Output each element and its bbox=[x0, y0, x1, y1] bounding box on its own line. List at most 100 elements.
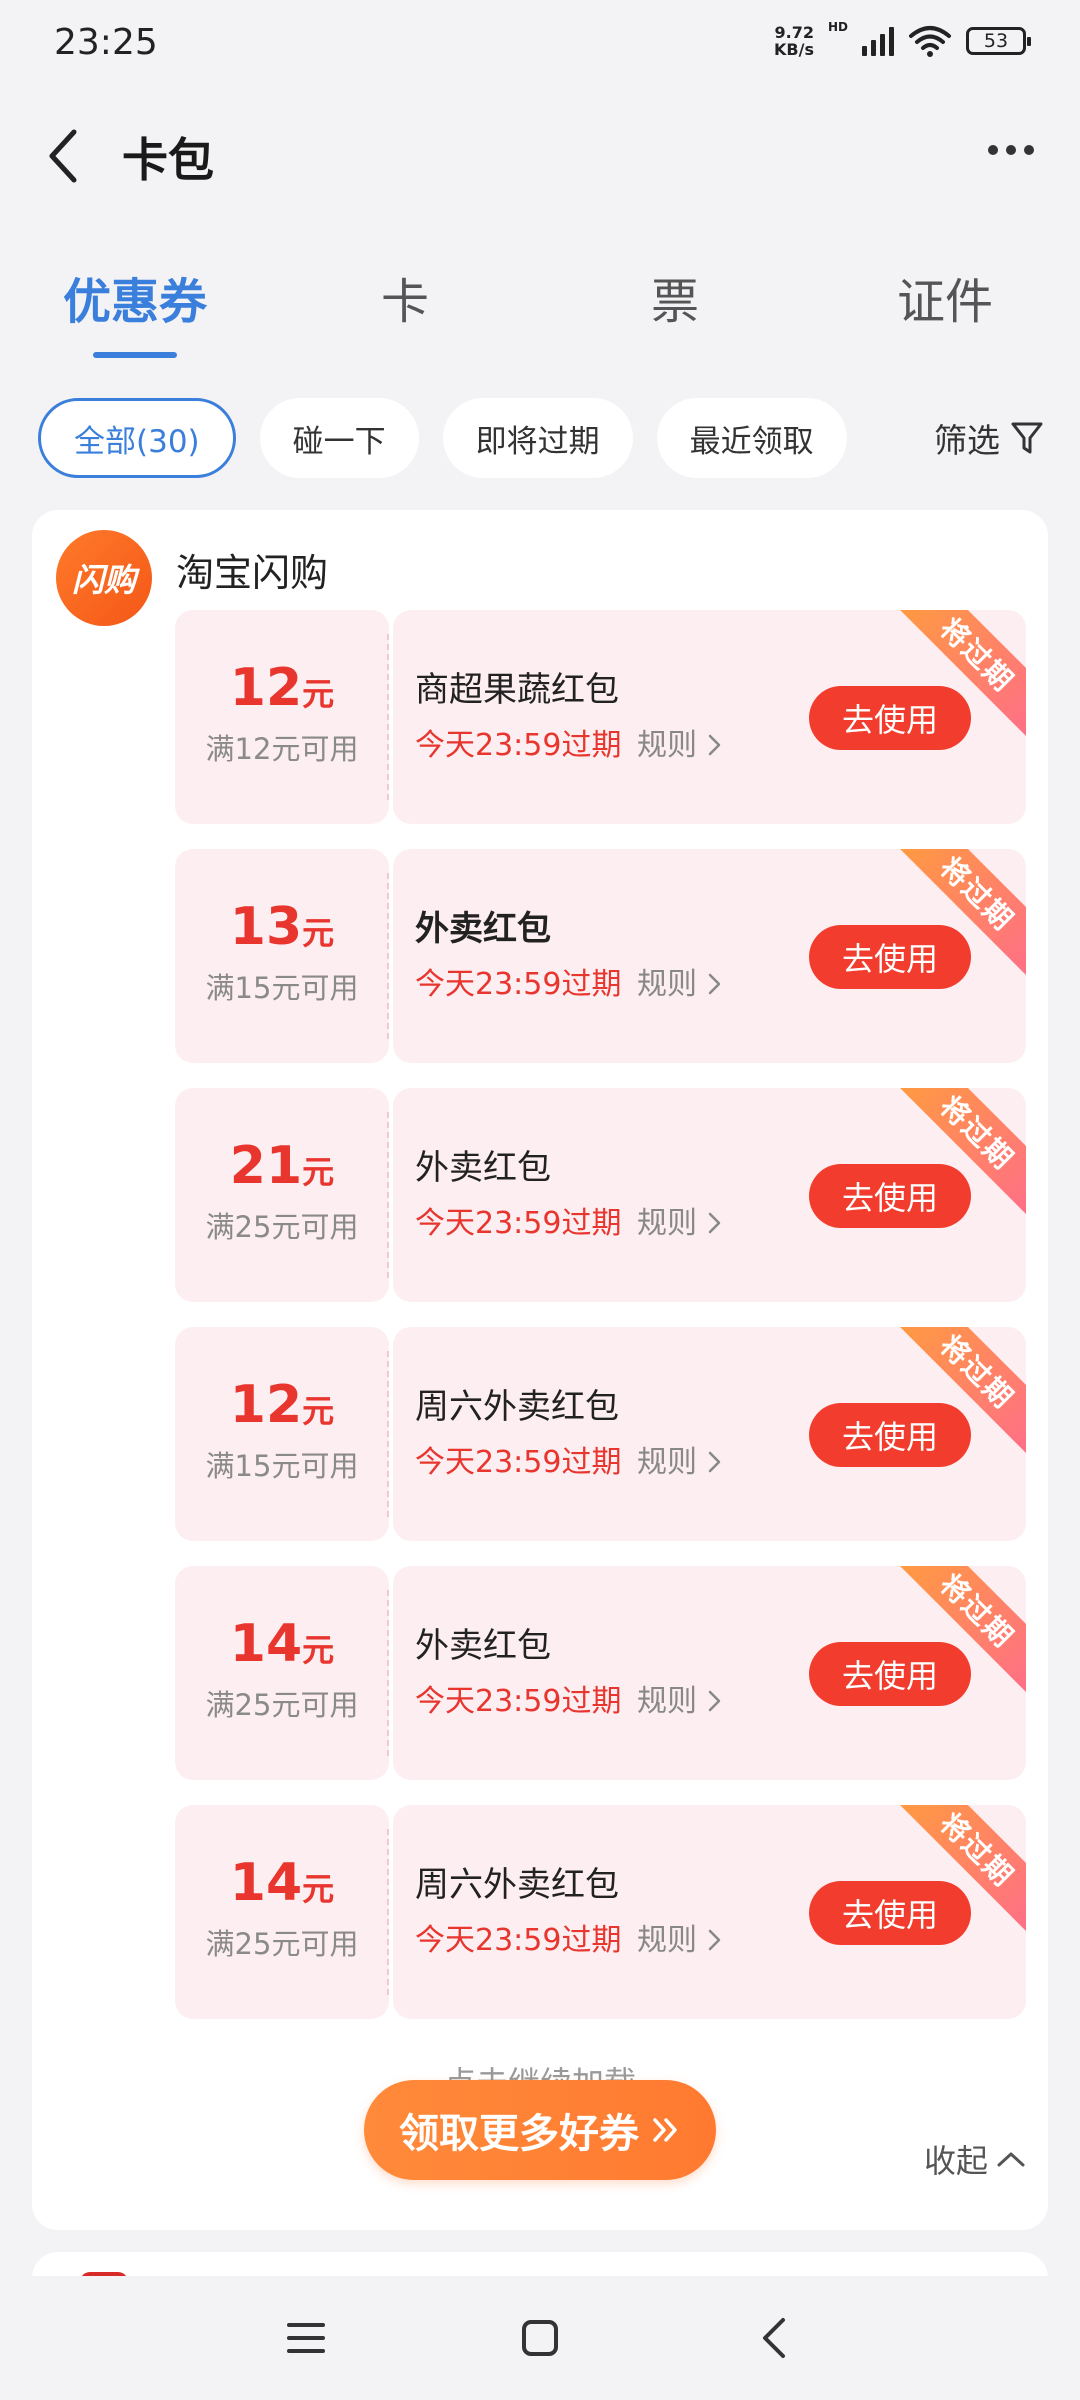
merchant-coupon-panel: 闪购 淘宝闪购 12元 满12元可用 商超果蔬红包 今天23:59过期 规则 去使用 将过期… bbox=[32, 510, 1048, 2230]
network-speed-value: 9.72 bbox=[774, 23, 814, 42]
use-coupon-button[interactable]: 去使用 bbox=[809, 925, 971, 989]
coupon-expiry: 今天23:59过期 bbox=[415, 1923, 622, 1958]
header: 卡包 bbox=[0, 110, 1080, 200]
tab-documents[interactable]: 证件 bbox=[835, 262, 1055, 332]
status-icons: 9.72 KB/s HD 53 bbox=[774, 20, 1031, 58]
coupon-amount-unit: 元 bbox=[302, 675, 335, 713]
tab-coupons[interactable]: 优惠券 bbox=[25, 262, 245, 332]
coupon-amount-value: 12 bbox=[229, 658, 303, 718]
filter-label: 筛选 bbox=[934, 421, 1000, 460]
coupon-rule-label: 规则 bbox=[637, 1923, 697, 1958]
coupon-amount-value: 14 bbox=[229, 1853, 303, 1913]
use-coupon-button[interactable]: 去使用 bbox=[809, 686, 971, 750]
coupon-condition: 满25元可用 bbox=[205, 1210, 359, 1244]
use-coupon-button[interactable]: 去使用 bbox=[809, 1642, 971, 1706]
coupon-expiry: 今天23:59过期 bbox=[415, 728, 622, 763]
chip-all[interactable]: 全部(30) bbox=[38, 398, 236, 478]
tab-cards[interactable]: 卡 bbox=[295, 262, 515, 332]
active-tab-indicator bbox=[93, 352, 177, 358]
system-nav-bar bbox=[0, 2276, 1080, 2400]
coupon-rule-label: 规则 bbox=[637, 967, 697, 1002]
coupon-amount: 13元 bbox=[175, 899, 389, 961]
coupon-rule-link[interactable]: 规则 bbox=[637, 1437, 723, 1481]
network-speed: 9.72 KB/s bbox=[774, 24, 814, 58]
chip-expiring[interactable]: 即将过期 bbox=[442, 398, 633, 478]
nav-home-button[interactable] bbox=[510, 2308, 570, 2368]
chevron-right-icon bbox=[708, 1929, 721, 1951]
coupon-amount: 12元 bbox=[175, 1377, 389, 1439]
status-bar: 23:25 9.72 KB/s HD 53 bbox=[0, 0, 1080, 90]
coupon-rule-link[interactable]: 规则 bbox=[637, 720, 723, 764]
coupon-value-area: 21元 满25元可用 bbox=[175, 1088, 389, 1302]
network-speed-unit: KB/s bbox=[774, 40, 814, 59]
coupon-card[interactable]: 21元 满25元可用 外卖红包 今天23:59过期 规则 去使用 将过期 bbox=[175, 1088, 1026, 1302]
merchant-logo: 闪购 bbox=[56, 530, 152, 626]
coupon-card[interactable]: 12元 满12元可用 商超果蔬红包 今天23:59过期 规则 去使用 将过期 bbox=[175, 610, 1026, 824]
coupon-expiry: 今天23:59过期 bbox=[415, 1445, 622, 1480]
coupon-card[interactable]: 14元 满25元可用 周六外卖红包 今天23:59过期 规则 去使用 将过期 bbox=[175, 1805, 1026, 2019]
coupon-detail-area: 外卖红包 今天23:59过期 规则 去使用 将过期 bbox=[393, 1566, 1026, 1780]
coupon-card[interactable]: 13元 满15元可用 外卖红包 今天23:59过期 规则 去使用 将过期 bbox=[175, 849, 1026, 1063]
coupon-name: 外卖红包 bbox=[415, 909, 551, 949]
merchant-name: 淘宝闪购 bbox=[176, 551, 329, 595]
coupon-expiry: 今天23:59过期 bbox=[415, 1684, 622, 1719]
signal-icon bbox=[862, 26, 894, 56]
use-coupon-button[interactable]: 去使用 bbox=[809, 1403, 971, 1467]
coupon-divider bbox=[387, 1351, 389, 1517]
collapse-button[interactable]: 收起 bbox=[924, 2136, 1026, 2182]
coupon-amount: 14元 bbox=[175, 1616, 389, 1678]
home-square-icon bbox=[522, 2320, 558, 2356]
coupon-amount-value: 13 bbox=[229, 897, 303, 957]
chevron-right-icon bbox=[708, 973, 721, 995]
coupon-amount: 14元 bbox=[175, 1855, 389, 1917]
coupon-value-area: 14元 满25元可用 bbox=[175, 1566, 389, 1780]
coupon-rule-label: 规则 bbox=[637, 1684, 697, 1719]
coupon-name: 周六外卖红包 bbox=[415, 1865, 619, 1905]
coupon-expiry: 今天23:59过期 bbox=[415, 1206, 622, 1241]
menu-icon bbox=[287, 2323, 325, 2353]
coupon-condition: 满12元可用 bbox=[205, 732, 359, 766]
back-icon[interactable] bbox=[40, 126, 90, 186]
coupon-amount-value: 12 bbox=[229, 1375, 303, 1435]
coupon-divider bbox=[387, 873, 389, 1039]
coupon-detail-area: 外卖红包 今天23:59过期 规则 去使用 将过期 bbox=[393, 849, 1026, 1063]
coupon-detail-area: 周六外卖红包 今天23:59过期 规则 去使用 将过期 bbox=[393, 1327, 1026, 1541]
coupon-rule-link[interactable]: 规则 bbox=[637, 1915, 723, 1959]
coupon-rule-label: 规则 bbox=[637, 1445, 697, 1480]
use-coupon-button[interactable]: 去使用 bbox=[809, 1164, 971, 1228]
coupon-amount-unit: 元 bbox=[302, 1392, 335, 1430]
chip-recent[interactable]: 最近领取 bbox=[656, 398, 847, 478]
get-more-coupons-button[interactable]: 领取更多好券 bbox=[364, 2080, 716, 2180]
coupon-value-area: 12元 满15元可用 bbox=[175, 1327, 389, 1541]
coupon-rule-link[interactable]: 规则 bbox=[637, 959, 723, 1003]
coupon-rule-link[interactable]: 规则 bbox=[637, 1676, 723, 1720]
filter-button[interactable]: 筛选 bbox=[934, 398, 1044, 478]
coupon-amount-value: 14 bbox=[229, 1614, 303, 1674]
get-more-coupons-label: 领取更多好券 bbox=[399, 2111, 639, 2157]
coupon-card[interactable]: 14元 满25元可用 外卖红包 今天23:59过期 规则 去使用 将过期 bbox=[175, 1566, 1026, 1780]
coupon-value-area: 12元满12元可用 bbox=[175, 610, 389, 824]
use-coupon-button[interactable]: 去使用 bbox=[809, 1881, 971, 1945]
battery-level: 53 bbox=[983, 30, 1009, 52]
coupon-name: 外卖红包 bbox=[415, 1626, 551, 1666]
page-title: 卡包 bbox=[122, 133, 214, 187]
coupon-amount-unit: 元 bbox=[302, 1631, 335, 1669]
nav-menu-button[interactable] bbox=[276, 2308, 336, 2368]
tab-tickets[interactable]: 票 bbox=[565, 262, 785, 332]
battery-icon: 53 bbox=[966, 27, 1031, 55]
chevron-up-icon bbox=[997, 2152, 1025, 2167]
collapse-label: 收起 bbox=[923, 2142, 988, 2180]
coupon-amount: 12元 bbox=[175, 660, 389, 722]
coupon-rule-link[interactable]: 规则 bbox=[637, 1198, 723, 1242]
coupon-divider bbox=[387, 1590, 389, 1756]
coupon-amount-unit: 元 bbox=[302, 1153, 335, 1191]
more-options-icon[interactable] bbox=[988, 140, 1038, 160]
status-time: 23:25 bbox=[54, 22, 158, 63]
coupon-card[interactable]: 12元 满15元可用 周六外卖红包 今天23:59过期 规则 去使用 将过期 bbox=[175, 1327, 1026, 1541]
coupon-value-area: 14元 满25元可用 bbox=[175, 1805, 389, 2019]
nav-back-button[interactable] bbox=[744, 2308, 804, 2368]
coupon-detail-area: 外卖红包 今天23:59过期 规则 去使用 将过期 bbox=[393, 1088, 1026, 1302]
coupon-rule-label: 规则 bbox=[637, 1206, 697, 1241]
chip-tap[interactable]: 碰一下 bbox=[259, 398, 419, 478]
wifi-icon bbox=[909, 26, 951, 57]
